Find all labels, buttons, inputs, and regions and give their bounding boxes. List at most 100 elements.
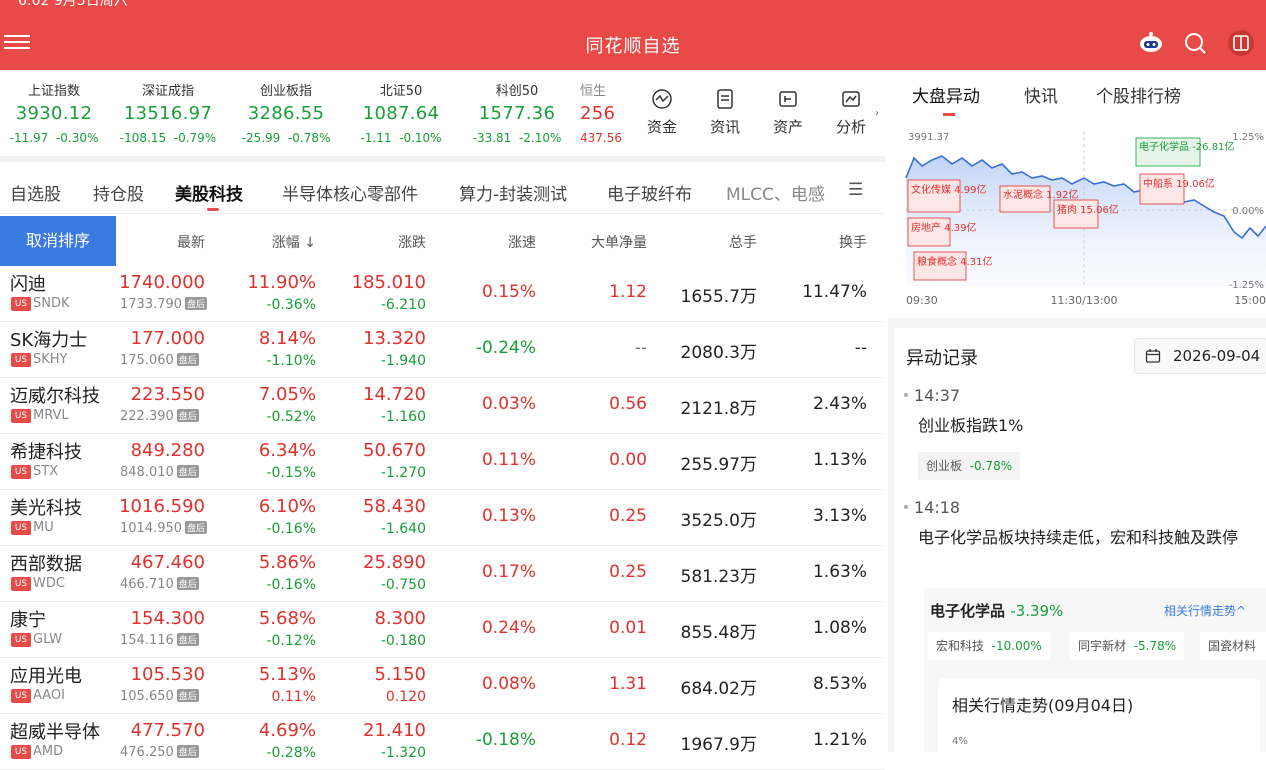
stock-name: 应用光电 bbox=[10, 666, 82, 687]
svg-text:中船系 19.06亿: 中船系 19.06亿 bbox=[1143, 177, 1215, 190]
quick-action-funds[interactable]: 资金 bbox=[642, 88, 682, 137]
stock-row[interactable]: 应用光电 US AAOI 105.530 105.650 盘后 5.13% 0.1… bbox=[0, 658, 885, 714]
after-hours-price: 476.250 盘后 bbox=[120, 745, 199, 760]
after-hours-badge: 盘后 bbox=[176, 409, 199, 422]
col-pct[interactable]: 涨幅 ↓ bbox=[272, 232, 316, 252]
index-item[interactable]: 科创50 1577.36 -33.81 -2.10% bbox=[464, 80, 570, 145]
sidepanel-toggle-icon[interactable] bbox=[1228, 30, 1254, 56]
annotation-shipbuilding[interactable]: 中船系 19.06亿 bbox=[1139, 173, 1215, 205]
stock-ticker: SKHY bbox=[33, 352, 68, 367]
index-item[interactable]: 恒生 256 437.56 bbox=[580, 80, 624, 145]
sector-name: 电子化学品 -3.39% bbox=[930, 602, 1064, 620]
turnover-rate: 1.63% bbox=[812, 562, 867, 582]
sector-card[interactable]: 电子化学品 -3.39% 相关行情走势^ 宏和科技 -10.00% 同宇新材 -… bbox=[924, 588, 1266, 758]
tabs-menu-icon[interactable]: ☰ bbox=[848, 180, 863, 200]
us-market-badge: US bbox=[11, 689, 31, 703]
turnover-rate: 1.13% bbox=[812, 450, 867, 470]
after-hours-pct: -0.12% bbox=[266, 633, 316, 649]
app-title: 同花顺自选 bbox=[585, 36, 681, 57]
event-text[interactable]: 电子化学品板块持续走低，宏和科技触及跌停 bbox=[918, 526, 1262, 550]
index-item[interactable]: 深证成指 13516.97 -108.15 -0.79% bbox=[114, 80, 222, 145]
col-latest[interactable]: 最新 bbox=[177, 232, 205, 252]
analysis-icon bbox=[842, 91, 860, 107]
index-item[interactable]: 创业板指 3286.55 -25.99 -0.78% bbox=[234, 80, 338, 145]
after-hours-change: -0.750 bbox=[380, 577, 426, 593]
date-picker[interactable]: 2026-09-04 bbox=[1134, 338, 1266, 374]
stock-row[interactable]: 希捷科技 US STX 849.280 848.010 盘后 6.34% -0.1… bbox=[0, 434, 885, 490]
assets-icon bbox=[779, 91, 797, 107]
cancel-sort-button[interactable]: 取消排序 bbox=[0, 216, 116, 266]
stock-row[interactable]: 迈威尔科技 US MRVL 223.550 222.390 盘后 7.05% -0… bbox=[0, 378, 885, 434]
col-speed[interactable]: 涨速 bbox=[508, 232, 536, 252]
stock-row[interactable]: 闪迪 US SNDK 1740.000 1733.790 盘后 11.90% -0… bbox=[0, 266, 885, 322]
tab-market-movement[interactable]: 大盘异动 bbox=[912, 82, 980, 107]
index-item[interactable]: 上证指数 3930.12 -11.97 -0.30% bbox=[6, 80, 102, 145]
stock-row[interactable]: SK海力士 US SKHY 177.000 175.060 盘后 8.14% -1… bbox=[0, 322, 885, 378]
tab-watchlist[interactable]: 自选股 bbox=[10, 180, 61, 205]
tab-stock-ranking[interactable]: 个股排行榜 bbox=[1096, 82, 1181, 107]
col-big-order[interactable]: 大单净量 bbox=[591, 232, 647, 252]
related-trend-link[interactable]: 相关行情走势^ bbox=[1164, 602, 1246, 619]
index-name: 恒生 bbox=[580, 84, 607, 99]
annotation-electronic-chemicals[interactable]: 电子化学品 -26.81亿 bbox=[1135, 137, 1234, 167]
event-text[interactable]: 创业板指跌1% bbox=[918, 414, 1023, 438]
x-label-close: 15:00 bbox=[1234, 294, 1266, 307]
col-turnover[interactable]: 换手 bbox=[839, 232, 867, 252]
sector-stock-chip[interactable]: 宏和科技 -10.00% bbox=[928, 632, 1050, 660]
tab-semi-parts[interactable]: 半导体核心零部件 bbox=[282, 180, 418, 205]
big-order-net: 0.56 bbox=[609, 394, 647, 414]
index-change: -33.81 -2.10% bbox=[472, 131, 562, 145]
total-volume: 581.23万 bbox=[680, 567, 757, 587]
stock-pct: 5.68% bbox=[258, 608, 316, 629]
quick-action-assets[interactable]: 资产 bbox=[768, 88, 808, 137]
stock-pct: 5.13% bbox=[258, 664, 316, 685]
tab-mlcc[interactable]: MLCC、电感 bbox=[726, 180, 838, 205]
after-hours-change: -1.270 bbox=[380, 465, 426, 481]
intraday-chart[interactable]: 3991.37 1.25% 0.00% -1.25% 09:30 11:30/1… bbox=[902, 128, 1266, 308]
market-side-panel: 大盘异动 快讯 个股排行榜 3991.37 1.25% 0.00% -1.25% bbox=[888, 70, 1266, 758]
svg-text:房地产 4.39亿: 房地产 4.39亿 bbox=[911, 221, 976, 234]
stock-row[interactable]: 美光科技 US MU 1016.590 1014.950 盘后 6.10% -0.… bbox=[0, 490, 885, 546]
event-chip[interactable]: 创业板 -0.78% bbox=[918, 452, 1021, 480]
stock-pct: 8.14% bbox=[258, 328, 316, 349]
after-hours-change: -6.210 bbox=[380, 297, 426, 313]
stock-row[interactable]: 超威半导体 US AMD 477.570 476.250 盘后 4.69% -0.… bbox=[0, 714, 885, 770]
us-market-badge: US bbox=[11, 633, 31, 647]
active-tab-indicator bbox=[943, 113, 955, 116]
total-volume: 2080.3万 bbox=[680, 343, 757, 363]
funds-icon bbox=[652, 89, 672, 109]
index-item[interactable]: 北证50 1087.64 -1.11 -0.10% bbox=[352, 80, 450, 145]
calendar-icon bbox=[1145, 349, 1161, 363]
index-value: 13516.97 bbox=[123, 103, 213, 124]
assistant-robot-icon[interactable] bbox=[1138, 30, 1164, 56]
watchlist-tabs: 自选股 持仓股 美股科技 半导体核心零部件 算力-封装测试 电子玻纤布 MLCC… bbox=[0, 168, 885, 214]
stock-row[interactable]: 康宁 US GLW 154.300 154.116 盘后 5.68% -0.12%… bbox=[0, 602, 885, 658]
index-name: 深证成指 bbox=[141, 84, 194, 99]
index-name: 北证50 bbox=[379, 84, 423, 99]
stock-row[interactable]: 西部数据 US WDC 467.460 466.710 盘后 5.86% -0.1… bbox=[0, 546, 885, 602]
turnover-rate: 8.53% bbox=[812, 674, 867, 694]
top-bar: 6:02 9月5日周六 同花顺自选 bbox=[0, 0, 1266, 70]
col-change[interactable]: 涨跌 bbox=[398, 232, 426, 252]
tab-holdings[interactable]: 持仓股 bbox=[93, 180, 144, 205]
quick-action-analysis[interactable]: 分析 bbox=[831, 88, 871, 137]
related-trend-card[interactable]: 相关行情走势(09月04日) 4% bbox=[938, 678, 1260, 758]
event-time: 14:18 bbox=[904, 498, 960, 517]
total-volume: 2121.8万 bbox=[680, 399, 757, 419]
sector-stock-chip[interactable]: 国瓷材料 bbox=[1200, 632, 1266, 660]
tab-glass-fiber[interactable]: 电子玻纤布 bbox=[607, 180, 692, 205]
stock-pct: 11.90% bbox=[247, 272, 316, 293]
stock-ticker: MU bbox=[33, 520, 54, 535]
scroll-right-icon[interactable]: › bbox=[875, 108, 879, 119]
tab-flash-news[interactable]: 快讯 bbox=[1024, 82, 1058, 107]
tab-us-tech[interactable]: 美股科技 bbox=[175, 180, 243, 205]
tab-compute-packaging[interactable]: 算力-封装测试 bbox=[459, 180, 567, 205]
index-value: 3930.12 bbox=[15, 103, 93, 124]
sector-stock-chip[interactable]: 同宇新材 -5.78% bbox=[1070, 632, 1185, 660]
col-volume[interactable]: 总手 bbox=[729, 232, 757, 252]
stock-price: 849.280 bbox=[130, 440, 205, 461]
search-icon[interactable] bbox=[1182, 30, 1208, 56]
after-hours-pct: 0.11% bbox=[271, 689, 316, 705]
quick-action-news[interactable]: 资讯 bbox=[705, 88, 745, 137]
stock-speed: 0.11% bbox=[481, 450, 536, 470]
